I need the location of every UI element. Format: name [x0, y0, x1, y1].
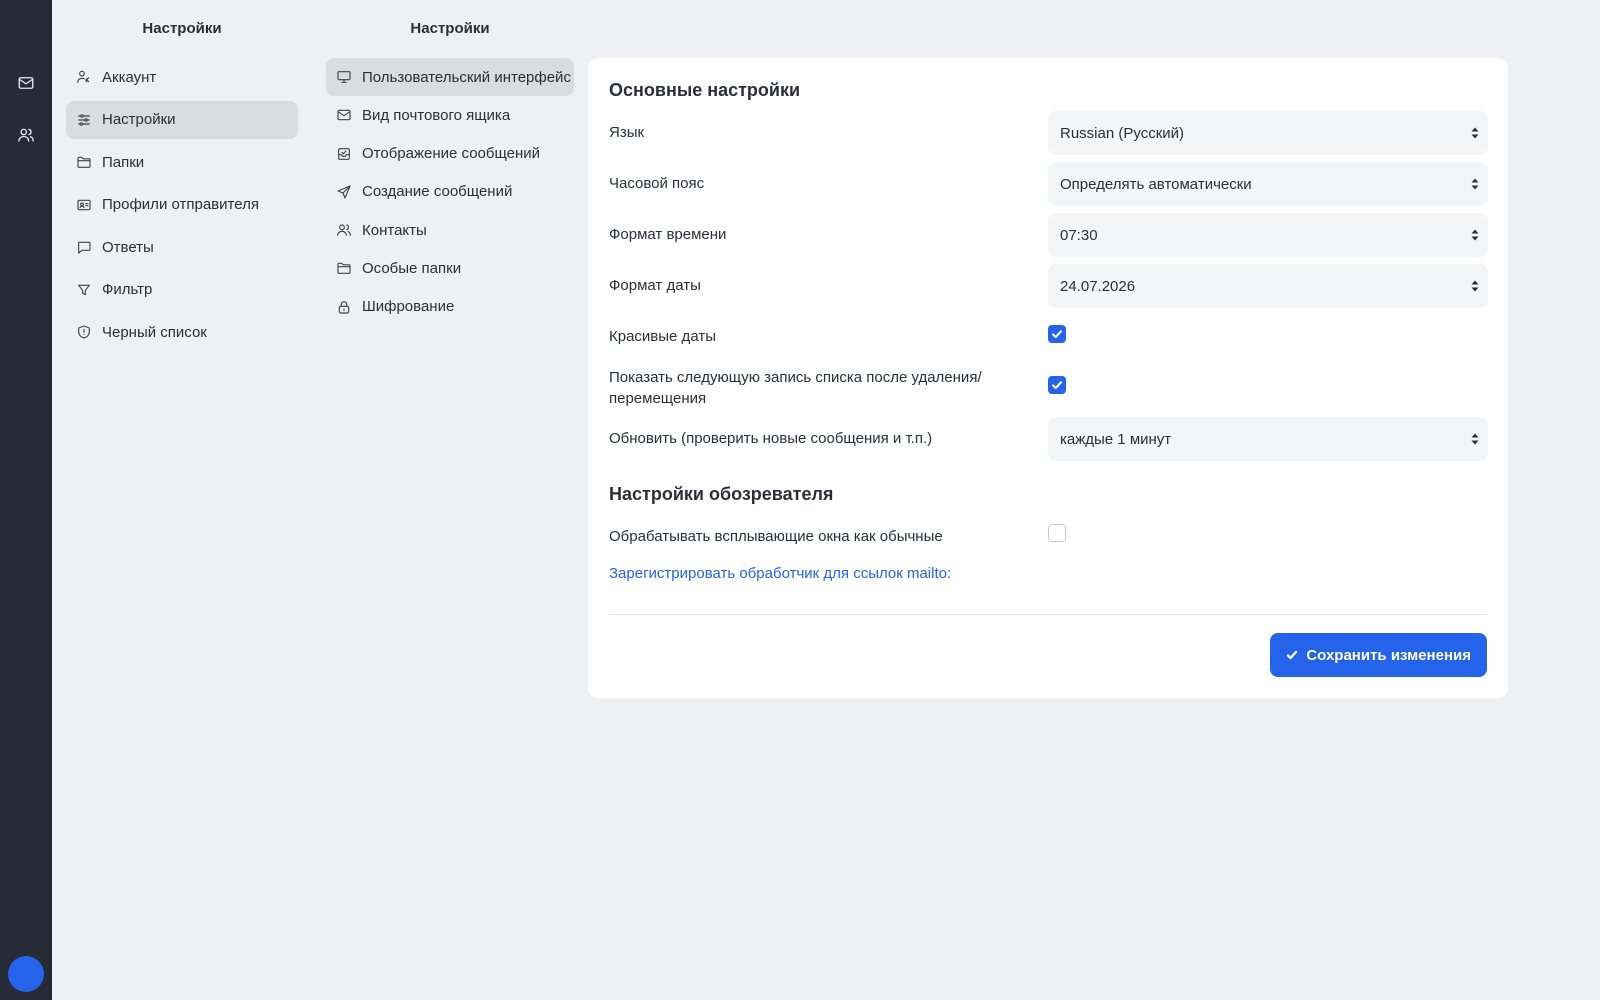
next-entry-label: Показать следующую запись списка после у…	[609, 369, 982, 407]
select-arrows-icon	[1471, 433, 1479, 445]
select-arrows-icon	[1471, 127, 1479, 139]
popups-label: Обрабатывать всплывающие окна как обычны…	[609, 528, 943, 545]
app-rail	[0, 0, 52, 1000]
check-icon	[1287, 650, 1298, 660]
save-button-label: Сохранить изменения	[1306, 646, 1471, 664]
select-arrows-icon	[1471, 178, 1479, 190]
sliders-icon	[78, 113, 90, 126]
check-icon	[1052, 381, 1062, 390]
mail-icon[interactable]	[14, 71, 38, 95]
select-arrows-icon	[1471, 280, 1479, 292]
refresh-select-value: каждые 1 минут	[1060, 430, 1172, 448]
sidebar-item-label: Ответы	[102, 238, 154, 256]
user-key-icon	[77, 70, 90, 83]
mailto-handler-link[interactable]: Зарегистрировать обработчик для ссылок m…	[609, 565, 951, 582]
sidebar-item-folders[interactable]: Папки	[66, 143, 298, 181]
sidebar-item-settings[interactable]: Настройки	[66, 100, 298, 139]
sidebar-item-label: Черный список	[102, 323, 207, 341]
sidebar-item-label: Настройки	[102, 111, 176, 128]
prefs-item-ui[interactable]: Пользовательский интерфейс	[326, 58, 574, 96]
sidebar-item-label: Папки	[102, 153, 145, 171]
prefs-item-message-display[interactable]: Отображение сообщений	[326, 135, 574, 173]
prefs-item-label: Создание сообщений	[362, 183, 513, 201]
prefs-item-label: Отображение сообщений	[362, 145, 541, 163]
prefs-nav: Пользовательский интерфейс Вид почтового…	[326, 58, 574, 326]
prefs-item-label: Контакты	[362, 221, 427, 239]
sidebar-item-filter[interactable]: Фильтр	[66, 271, 298, 309]
contacts-icon	[337, 224, 351, 237]
lock-icon	[338, 300, 350, 314]
save-button[interactable]: Сохранить изменения	[1270, 633, 1487, 677]
prefs-item-label: Особые папки	[362, 259, 462, 277]
filter-icon	[78, 284, 90, 295]
settings-panel: Основные настройки Язык Russian (Русский…	[588, 58, 1508, 698]
settings-nav: Аккаунт Настройки Папки Профили отправит…	[66, 58, 298, 356]
monitor-icon	[337, 71, 351, 83]
time-format-select-value: 07:30	[1060, 226, 1098, 244]
sidebar-item-label: Профили отправителя	[102, 196, 259, 213]
prefs-nav-title: Настройки	[410, 20, 490, 37]
refresh-select[interactable]: каждые 1 минут	[1048, 417, 1488, 461]
language-select-value: Russian (Русский)	[1060, 124, 1185, 142]
prefs-item-label: Вид почтового ящика	[362, 106, 511, 124]
next-entry-checkbox[interactable]	[1048, 376, 1066, 394]
time-format-label: Формат времени	[609, 226, 727, 243]
pretty-dates-checkbox[interactable]	[1048, 325, 1066, 343]
date-format-select[interactable]: 24.07.2026	[1048, 264, 1488, 308]
timezone-select[interactable]: Определять автоматически	[1048, 162, 1488, 206]
section-title-basic: Основные настройки	[609, 80, 801, 100]
timezone-select-value: Определять автоматически	[1060, 175, 1252, 193]
select-arrows-icon	[1471, 229, 1479, 241]
shield-icon	[78, 325, 90, 339]
language-label: Язык	[609, 124, 645, 141]
section-title-browser: Настройки обозревателя	[609, 484, 834, 504]
inbox-icon	[338, 147, 350, 160]
prefs-item-encryption[interactable]: Шифрование	[326, 288, 574, 326]
send-icon	[337, 185, 351, 199]
date-format-select-value: 24.07.2026	[1060, 277, 1136, 295]
date-format-label: Формат даты	[609, 277, 701, 294]
timezone-label: Часовой пояс	[609, 175, 705, 192]
sidebar-item-responses[interactable]: Ответы	[66, 228, 298, 266]
check-icon	[1052, 330, 1062, 339]
sidebar-item-label: Фильтр	[102, 281, 153, 298]
popups-checkbox[interactable]	[1048, 524, 1066, 542]
sidebar-item-label: Аккаунт	[102, 68, 157, 86]
prefs-item-special-folders[interactable]: Особые папки	[326, 249, 574, 287]
sidebar-item-account[interactable]: Аккаунт	[66, 58, 298, 96]
id-card-icon	[77, 199, 91, 210]
prefs-item-label: Шифрование	[362, 298, 455, 316]
language-select[interactable]: Russian (Русский)	[1048, 111, 1488, 155]
avatar[interactable]	[8, 956, 44, 992]
refresh-label: Обновить (проверить новые сообщения и т.…	[609, 430, 933, 447]
time-format-select[interactable]: 07:30	[1048, 213, 1488, 257]
sidebar-item-identities[interactable]: Профили отправителя	[66, 186, 298, 224]
folder-icon	[77, 156, 91, 168]
contacts-icon[interactable]	[14, 123, 38, 147]
prefs-item-compose[interactable]: Создание сообщений	[326, 173, 574, 211]
message-icon	[78, 241, 91, 254]
pretty-dates-label: Красивые даты	[609, 328, 716, 345]
mail-icon	[337, 110, 351, 121]
settings-nav-title: Настройки	[142, 20, 222, 37]
sidebar-item-blacklist[interactable]: Черный список	[66, 313, 298, 351]
prefs-item-mailbox-view[interactable]: Вид почтового ящика	[326, 96, 574, 134]
panel-divider	[609, 614, 1487, 615]
prefs-item-label: Пользовательский интерфейс	[362, 68, 571, 86]
prefs-item-contacts[interactable]: Контакты	[326, 211, 574, 249]
folder-icon	[337, 263, 351, 275]
